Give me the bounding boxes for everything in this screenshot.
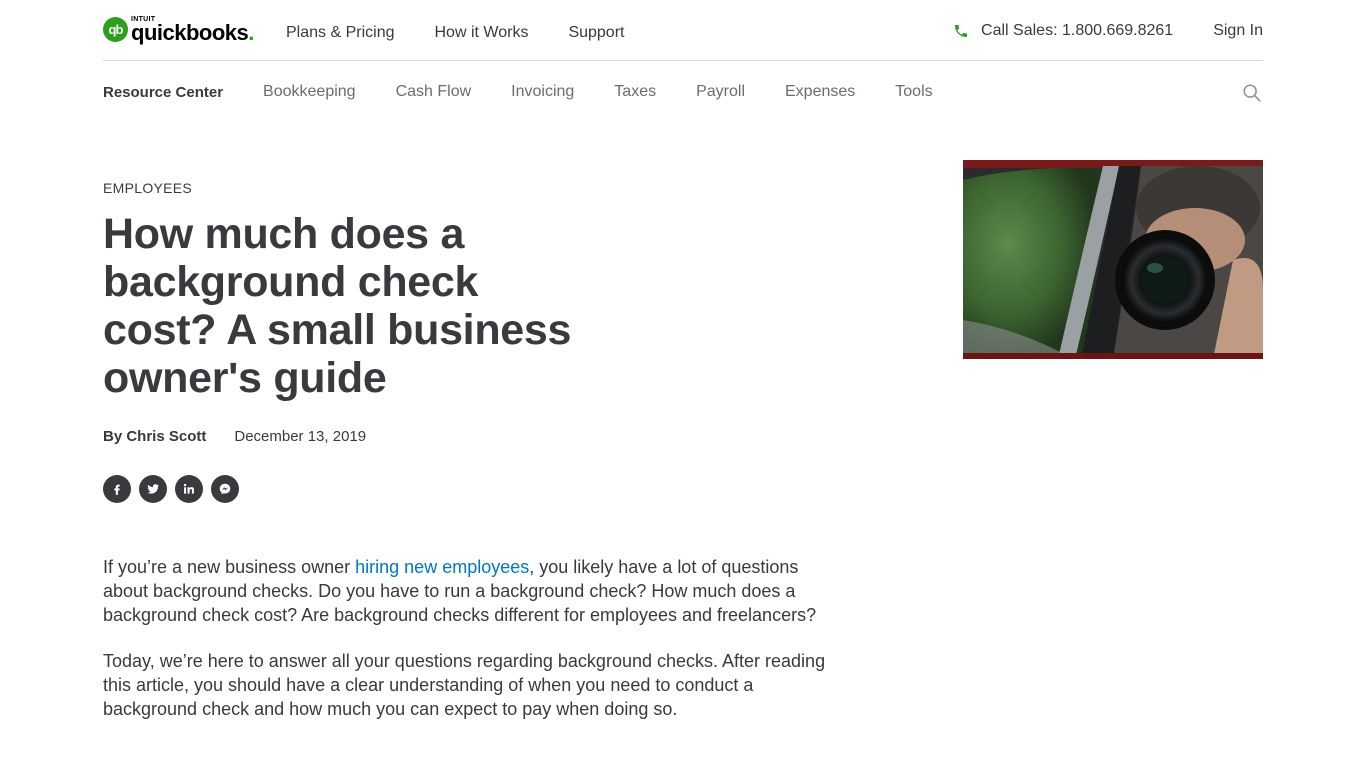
resource-subnav: Resource Center Bookkeeping Cash Flow In… [103,80,1263,104]
logo-wordmark: INTUIT quickbooks. [131,16,254,45]
article-category[interactable]: EMPLOYEES [103,180,192,196]
article-body: If you’re a new business owner hiring ne… [103,555,838,743]
subnav-expenses[interactable]: Expenses [785,83,855,101]
call-sales-number[interactable]: Call Sales: 1.800.669.8261 [981,22,1173,40]
article-hero-image [963,160,1263,359]
facebook-icon [114,484,120,495]
subnav-bookkeeping[interactable]: Bookkeeping [263,83,356,101]
subnav-tools[interactable]: Tools [895,83,932,101]
logo-dot: . [248,20,254,45]
quickbooks-logo[interactable]: qb INTUIT quickbooks. [103,16,254,45]
subnav-resource-center[interactable]: Resource Center [103,84,223,101]
search-icon[interactable] [1241,82,1263,104]
sign-in-link[interactable]: Sign In [1213,22,1263,40]
primary-nav: Plans & Pricing How it Works Support [286,24,664,42]
hero-photo [963,160,1263,359]
article-paragraph: If you’re a new business owner hiring ne… [103,557,817,625]
subnav-cash-flow[interactable]: Cash Flow [396,83,472,101]
phone-icon [955,25,968,37]
nav-how-it-works[interactable]: How it Works [435,24,529,42]
subnav-payroll[interactable]: Payroll [696,83,745,101]
nav-support[interactable]: Support [568,24,624,42]
qb-badge-icon: qb [103,17,128,42]
share-messenger-button[interactable] [211,475,239,503]
article-title: How much does a background check cost? A… [103,210,572,402]
share-linkedin-button[interactable] [175,475,203,503]
share-twitter-button[interactable] [139,475,167,503]
twitter-icon [147,484,159,494]
header-actions: Call Sales: 1.800.669.8261 Sign In [953,22,1263,40]
subnav-taxes[interactable]: Taxes [614,83,656,101]
article-author: By Chris Scott [103,428,207,445]
messenger-icon [219,483,231,495]
share-facebook-button[interactable] [103,475,131,503]
nav-plans-pricing[interactable]: Plans & Pricing [286,24,395,42]
article-paragraph: Today, we’re here to answer all your que… [103,651,826,719]
article-date: December 13, 2019 [234,428,367,445]
share-buttons [103,475,239,503]
hiring-new-employees-link[interactable]: hiring new employees [355,557,529,577]
subnav-invoicing[interactable]: Invoicing [511,83,574,101]
logo-brand-text: quickbooks [131,20,249,45]
linkedin-icon [183,483,194,494]
article-byline: By Chris Scott December 13, 2019 [103,428,366,445]
top-header: qb INTUIT quickbooks. Plans & Pricing Ho… [103,0,1263,61]
